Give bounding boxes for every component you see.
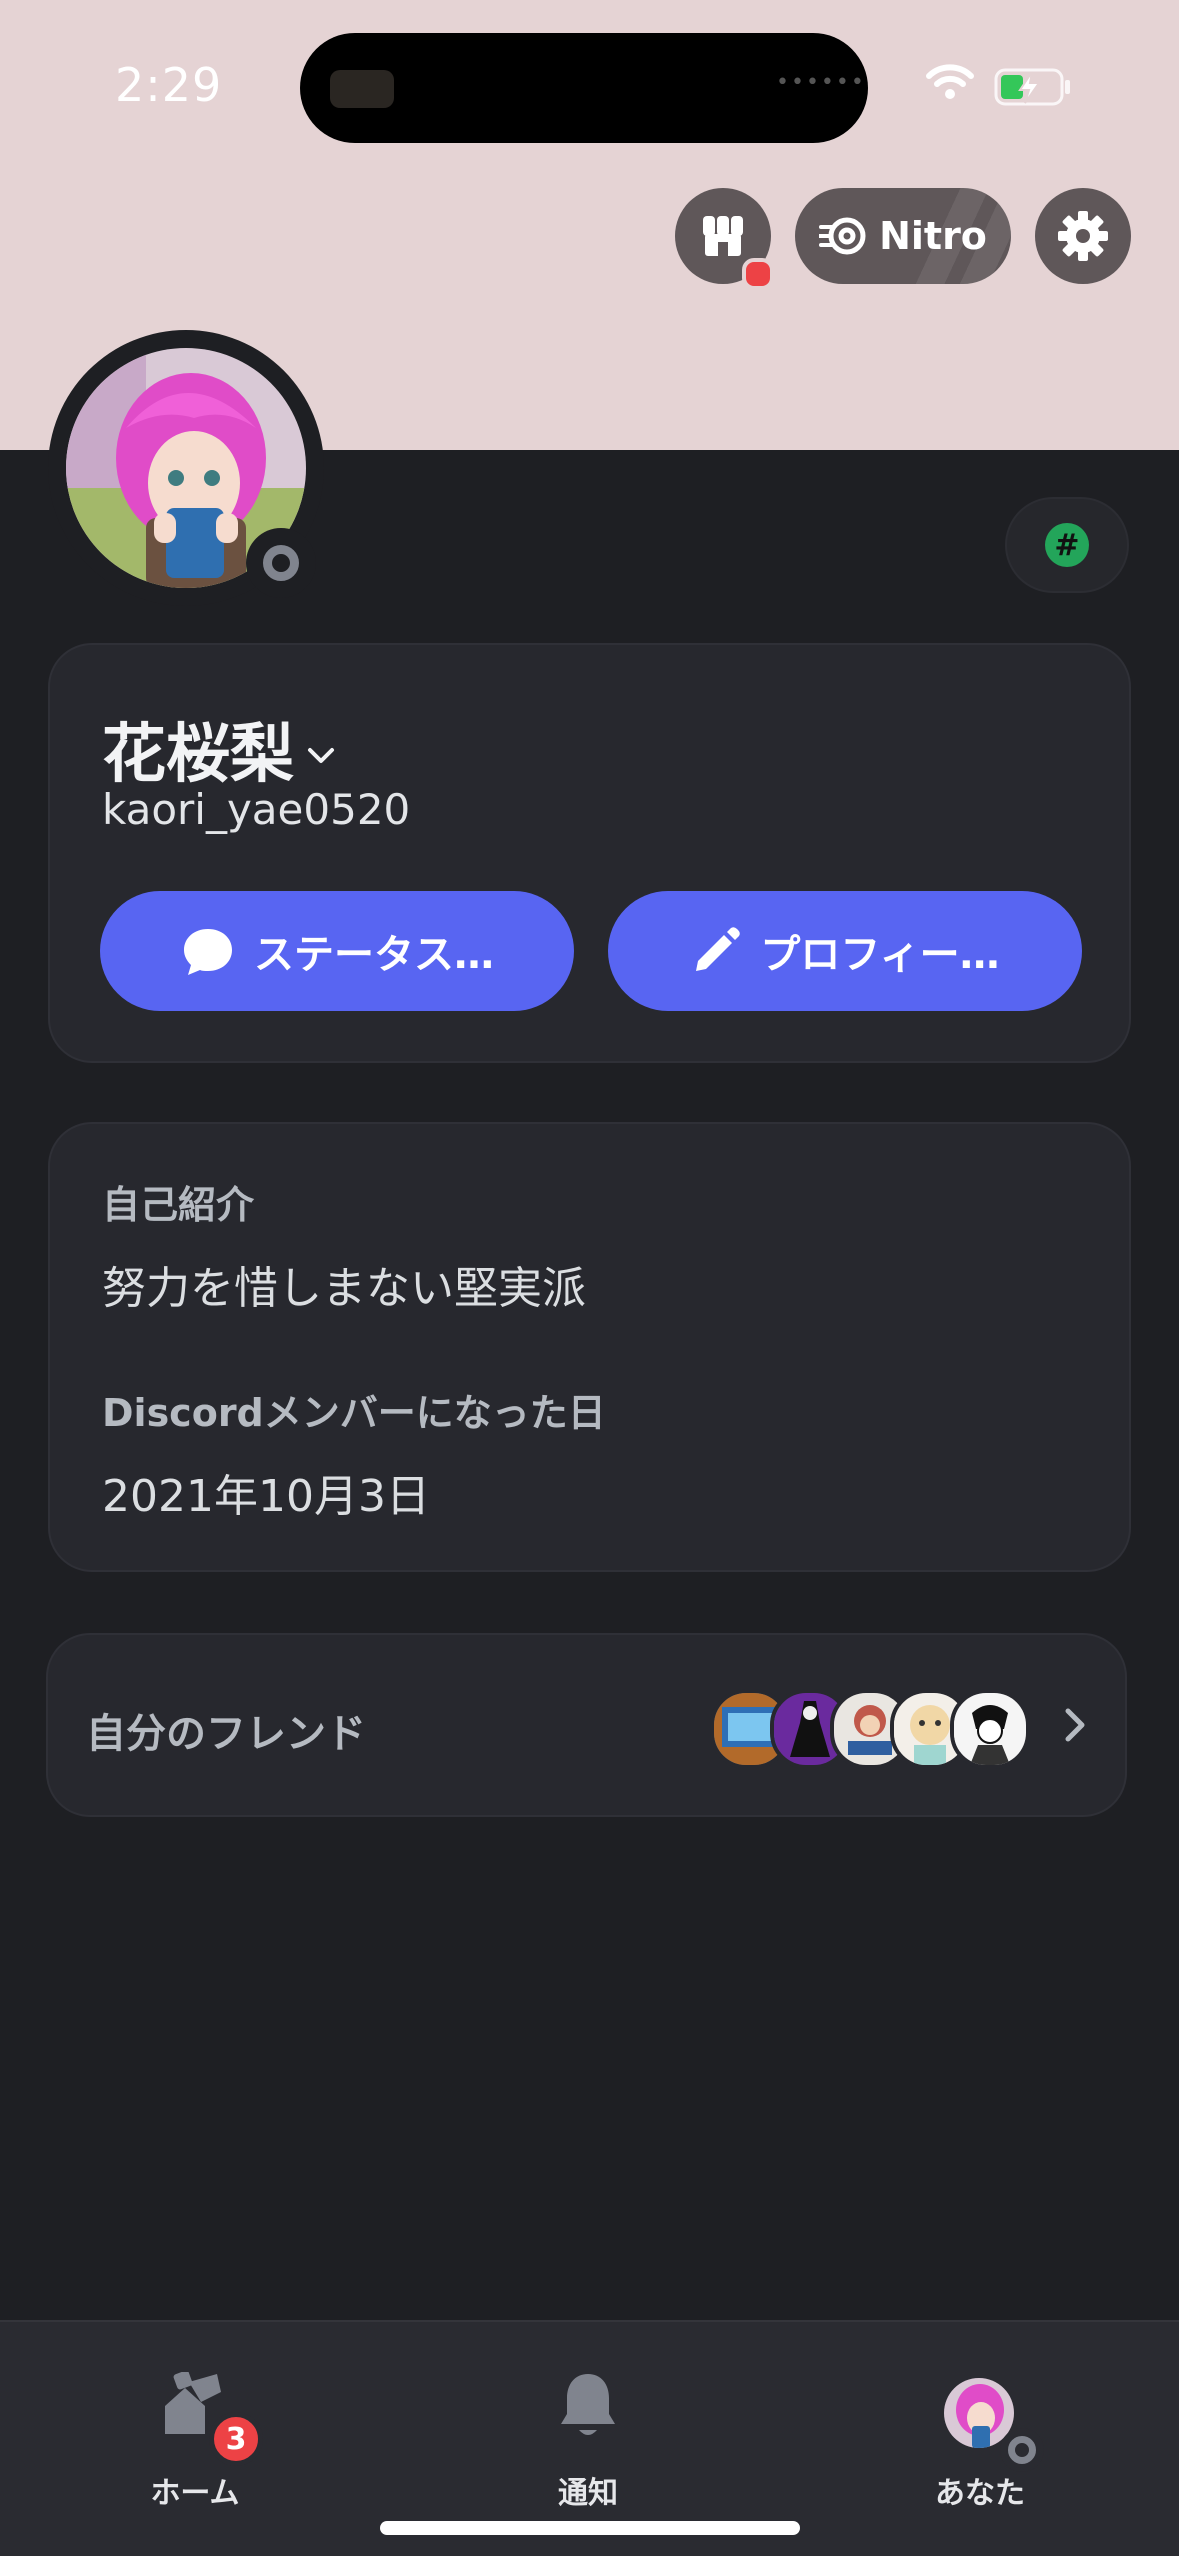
display-name: 花桜梨	[102, 718, 294, 792]
settings-button[interactable]	[1035, 188, 1131, 284]
chevron-right-icon	[1065, 1708, 1085, 1742]
home-badge: 3	[209, 2412, 263, 2466]
tab-notifications-label: 通知	[558, 2476, 618, 2511]
home-indicator	[380, 2521, 800, 2535]
member-since-value: 2021年10月3日	[102, 1471, 430, 1522]
wifi-icon	[926, 64, 974, 99]
nitro-icon	[819, 217, 866, 255]
gear-icon	[1058, 211, 1108, 261]
tab-avatar-status	[1000, 2428, 1044, 2472]
island-thumbnail	[330, 70, 394, 108]
island-dots: ••••••	[776, 70, 866, 95]
bio-text: 努力を惜しまない堅実派	[102, 1263, 586, 1314]
bell-icon	[561, 2374, 615, 2435]
friends-label: 自分のフレンド	[86, 1711, 366, 1757]
hashtag-icon: #	[1045, 523, 1089, 567]
chat-bubble-icon	[184, 929, 232, 975]
pencil-icon	[696, 927, 741, 971]
edit-profile-label: プロフィー…	[760, 932, 1000, 978]
tab-you-label: あなた	[935, 2476, 1025, 2511]
shop-icon	[703, 216, 743, 256]
battery-charging-icon	[994, 68, 1070, 106]
hashtag-badge-button[interactable]: #	[1005, 497, 1129, 593]
edit-profile-button[interactable]: プロフィー…	[608, 891, 1082, 1011]
profile-card: 花桜梨 kaori_yae0520 ステータス… プロフィー…	[48, 643, 1131, 1063]
online-status-indicator	[246, 528, 316, 598]
friend-avatar	[950, 1689, 1030, 1769]
nitro-button[interactable]: Nitro	[795, 188, 1011, 284]
status-time: 2:29	[115, 58, 223, 112]
member-since-label: Discordメンバーになった日	[102, 1391, 606, 1435]
chevron-down-icon	[308, 748, 334, 763]
nitro-label: Nitro	[879, 214, 987, 258]
set-status-button[interactable]: ステータス…	[100, 891, 574, 1011]
friends-card[interactable]: 自分のフレンド	[46, 1633, 1127, 1817]
about-card: 自己紹介 努力を惜しまない堅実派 Discordメンバーになった日 2021年1…	[48, 1122, 1131, 1572]
username: kaori_yae0520	[102, 785, 411, 834]
display-name-row[interactable]: 花桜梨	[102, 703, 338, 795]
shop-notification-dot	[742, 258, 774, 290]
set-status-label: ステータス…	[254, 932, 494, 978]
tab-home-label: ホーム	[150, 2476, 240, 2511]
bio-label: 自己紹介	[102, 1183, 255, 1227]
